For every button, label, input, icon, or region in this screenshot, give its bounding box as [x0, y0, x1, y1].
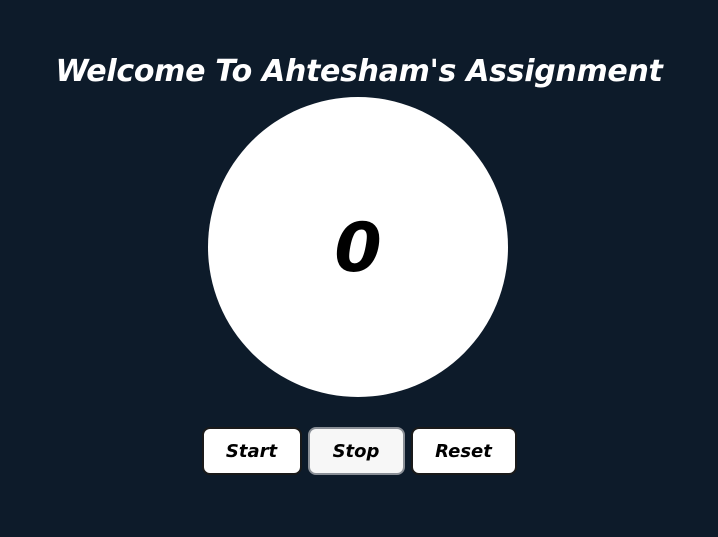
stop-button[interactable]: Stop — [307, 427, 405, 475]
page-title: Welcome To Ahtesham's Assignment — [55, 54, 663, 89]
counter-value: 0 — [334, 209, 382, 288]
start-button[interactable]: Start — [201, 427, 302, 475]
control-buttons: Start Stop Reset — [0, 427, 718, 475]
counter-circle: 0 — [208, 97, 508, 397]
reset-button[interactable]: Reset — [410, 427, 517, 475]
